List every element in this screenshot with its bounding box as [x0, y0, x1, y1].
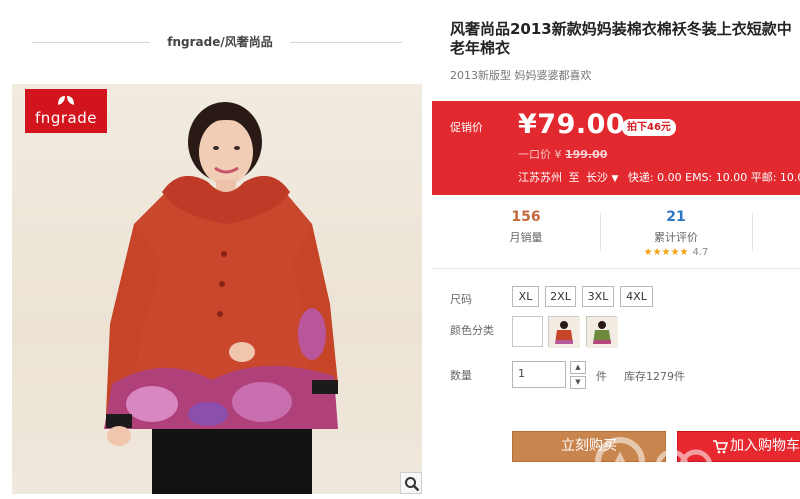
discount-badge: 拍下46元	[622, 119, 676, 136]
watermark-graphic	[595, 437, 713, 487]
color-swatch-red[interactable]	[548, 316, 580, 348]
total-reviews[interactable]: 21 累计评价 ★★★★★ 4.7	[616, 209, 736, 258]
product-image[interactable]: fngrade	[12, 84, 422, 494]
size-option-3xl[interactable]: 3XL	[582, 286, 614, 307]
brand-logo: fngrade	[25, 89, 107, 133]
chevron-up-icon: ▲	[575, 363, 581, 371]
header-rule-left	[32, 42, 150, 43]
ship-destination: 长沙	[586, 171, 608, 184]
shop-name[interactable]: fngrade/风奢尚品	[150, 33, 290, 50]
size-option-2xl[interactable]: 2XL	[545, 286, 576, 307]
stat-divider	[752, 213, 753, 251]
ship-from: 江苏苏州	[518, 171, 562, 184]
rating-stars: ★★★★★ 4.7	[616, 247, 736, 258]
shipping-info: 江苏苏州 至 长沙 ▼ 快递: 0.00 EMS: 10.00 平邮: 10.0…	[518, 169, 800, 185]
zoom-button[interactable]	[400, 472, 422, 494]
color-swatch-green[interactable]	[586, 316, 618, 348]
size-option-4xl[interactable]: 4XL	[620, 286, 653, 307]
star-icons: ★★★★★	[643, 247, 689, 258]
promo-price-label: 促销价	[450, 121, 483, 134]
leaf-icon	[58, 96, 74, 105]
ship-destination-select[interactable]: 长沙 ▼	[586, 171, 624, 184]
model-photo	[104, 102, 338, 494]
swatch-thumbnail	[587, 317, 618, 348]
swatch-thumbnail	[549, 317, 580, 348]
current-price: ¥79.00	[518, 109, 626, 140]
product-subtitle: 2013新版型 妈妈婆婆都喜欢	[450, 69, 592, 82]
quantity-decrease-button[interactable]: ▼	[570, 376, 586, 389]
magnifier-icon	[405, 477, 420, 492]
reviews-count: 21	[666, 209, 686, 225]
ship-to-word: 至	[568, 171, 580, 184]
original-price-label: 一口价 ¥	[518, 148, 562, 161]
logo-text: fngrade	[35, 109, 97, 127]
rating-score: 4.7	[692, 247, 709, 258]
color-label: 颜色分类	[450, 324, 494, 337]
header-rule-right	[290, 42, 402, 43]
stock-count: 库存1279件	[624, 370, 685, 383]
sales-count: 156	[511, 209, 541, 225]
chevron-down-icon: ▼	[611, 174, 619, 184]
monthly-sales: 156 月销量	[466, 209, 586, 245]
sales-label: 月销量	[509, 231, 543, 244]
chevron-down-icon: ▼	[575, 378, 581, 386]
quantity-label: 数量	[450, 369, 472, 382]
stat-divider	[600, 213, 601, 251]
quantity-unit: 件	[596, 370, 607, 383]
size-option-xl[interactable]: XL	[512, 286, 539, 307]
quantity-increase-button[interactable]: ▲	[570, 361, 586, 374]
size-label: 尺码	[450, 293, 472, 306]
price-panel: 促销价 ¥79.00 拍下46元 一口价 ¥ 199.00 江苏苏州 至 长沙 …	[432, 101, 800, 195]
quantity-input[interactable]: 1	[512, 361, 566, 388]
product-title: 风奢尚品2013新款妈妈装棉衣棉袄冬装上衣短款中老年棉衣	[450, 20, 792, 57]
original-price: 一口价 ¥ 199.00	[518, 146, 607, 162]
original-price-value: 199.00	[565, 148, 608, 161]
color-swatch-blank[interactable]	[512, 316, 543, 347]
shipping-rates: 快递: 0.00 EMS: 10.00 平邮: 10.00	[627, 171, 800, 184]
reviews-label: 累计评价	[654, 231, 698, 244]
stats-bar: 156 月销量 21 累计评价 ★★★★★ 4.7	[432, 195, 800, 269]
shop-header: fngrade/风奢尚品	[0, 0, 430, 84]
